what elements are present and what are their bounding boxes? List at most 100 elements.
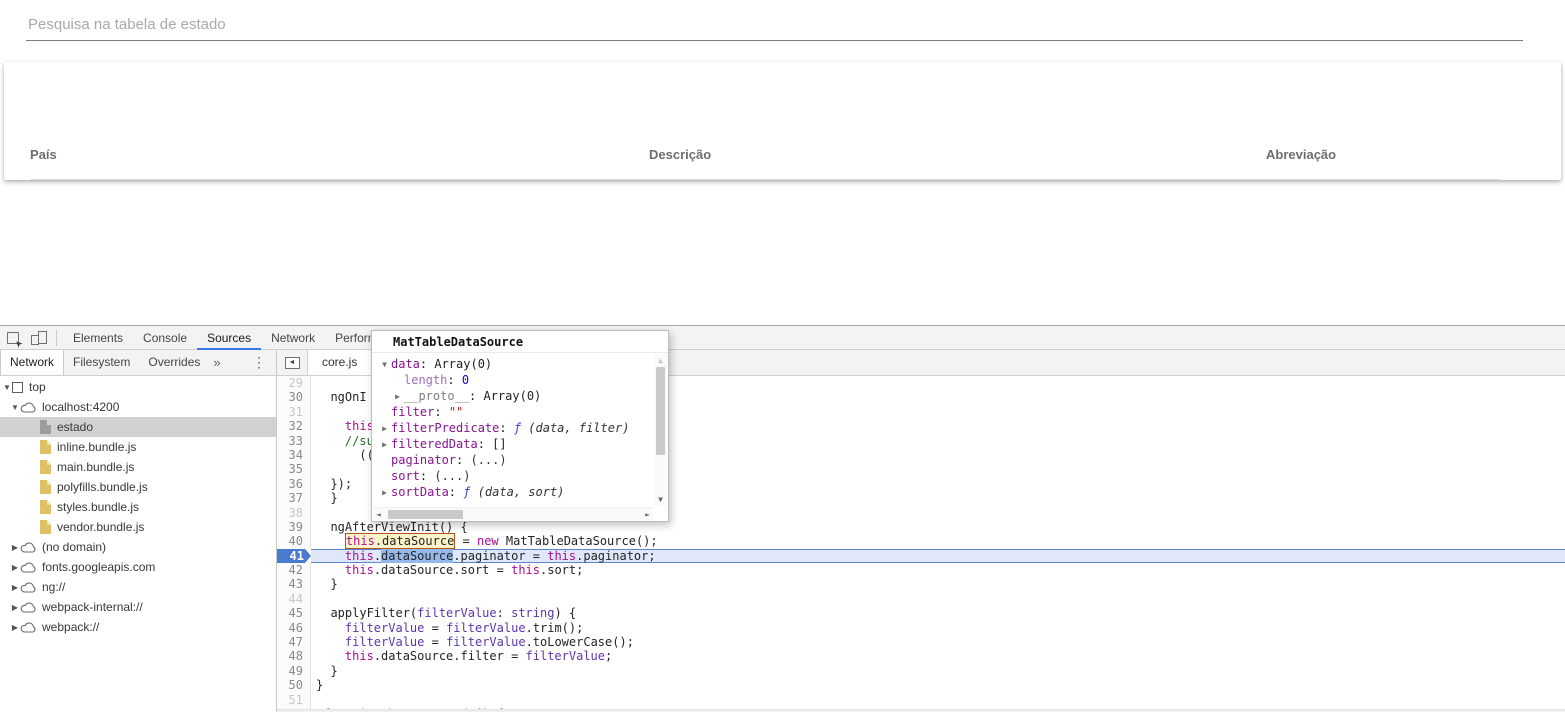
expand-right-icon[interactable]: ▶ bbox=[378, 424, 391, 433]
navigator-menu-icon[interactable]: ⋮ bbox=[252, 350, 266, 375]
line-number-gutter[interactable]: 46 bbox=[277, 621, 311, 635]
horizontal-scroll-thumb[interactable] bbox=[388, 510, 463, 519]
line-number-gutter[interactable]: 49 bbox=[277, 664, 311, 678]
tree-item-webpack-internal-[interactable]: ▶ webpack-internal:// bbox=[0, 597, 276, 617]
line-number-gutter[interactable]: 44 bbox=[277, 592, 311, 606]
chevron-right-icon[interactable]: ▶ bbox=[10, 583, 20, 592]
line-number-gutter[interactable]: 35 bbox=[277, 462, 311, 476]
code-line: 40 this.dataSource = new MatTableDataSou… bbox=[277, 534, 1565, 548]
search-input[interactable] bbox=[26, 8, 1523, 41]
navigator-tab-filesystem[interactable]: Filesystem bbox=[64, 350, 139, 375]
tab-console[interactable]: Console bbox=[133, 326, 197, 350]
popup-property-row: length: 0 bbox=[372, 372, 653, 388]
inspect-cursor-icon bbox=[7, 332, 19, 344]
vertical-scroll-thumb[interactable] bbox=[656, 367, 665, 455]
more-navigator-tabs-icon[interactable]: » bbox=[209, 350, 224, 375]
line-number-gutter[interactable]: 43 bbox=[277, 577, 311, 591]
line-number-gutter[interactable]: 36 bbox=[277, 477, 311, 491]
code-line-content[interactable]: filterValue = filterValue.trim(); bbox=[311, 621, 1565, 635]
toggle-navigator-button[interactable]: ◄ bbox=[277, 350, 307, 375]
line-number-gutter[interactable]: 47 bbox=[277, 635, 311, 649]
expand-right-icon[interactable]: ▶ bbox=[391, 392, 404, 401]
tree-item-ng-[interactable]: ▶ng:// bbox=[0, 577, 276, 597]
chevron-down-icon[interactable]: ▼ bbox=[2, 383, 12, 392]
tree-item-fonts-googleapis-com[interactable]: ▶fonts.googleapis.com bbox=[0, 557, 276, 577]
line-number-gutter[interactable]: 34 bbox=[277, 448, 311, 462]
tab-sources[interactable]: Sources bbox=[197, 326, 261, 350]
navigator-tab-network[interactable]: Network bbox=[0, 350, 64, 375]
code-token bbox=[316, 419, 345, 433]
line-number-gutter[interactable]: 42 bbox=[277, 563, 311, 577]
line-number-gutter[interactable]: 30 bbox=[277, 390, 311, 404]
code-line-content[interactable] bbox=[311, 693, 1565, 707]
tab-elements[interactable]: Elements bbox=[63, 326, 133, 350]
code-line: 41 this.dataSource.paginator = this.pagi… bbox=[277, 549, 1565, 563]
file-icon bbox=[40, 460, 51, 474]
expand-right-icon[interactable]: ▶ bbox=[378, 440, 391, 449]
chevron-right-icon[interactable]: ▶ bbox=[10, 543, 20, 552]
code-line-content[interactable]: filterValue = filterValue.toLowerCase(); bbox=[311, 635, 1565, 649]
code-line-content[interactable]: this.dataSource = new MatTableDataSource… bbox=[311, 534, 1565, 548]
tree-item--no-domain-[interactable]: ▶(no domain) bbox=[0, 537, 276, 557]
code-token: .paginator; bbox=[576, 549, 655, 563]
inspect-element-button[interactable] bbox=[0, 326, 26, 350]
tab-network[interactable]: Network bbox=[261, 326, 325, 350]
expand-down-icon[interactable]: ▼ bbox=[378, 360, 391, 369]
tree-item-localhost-4200[interactable]: ▼localhost:4200 bbox=[0, 397, 276, 417]
popup-token: (...) bbox=[434, 469, 470, 483]
device-toolbar-icon bbox=[31, 331, 47, 345]
navigator-tab-overrides[interactable]: Overrides bbox=[139, 350, 209, 375]
code-line-content[interactable]: ngAfterViewInit() { bbox=[311, 520, 1565, 534]
line-number-gutter[interactable]: 40 bbox=[277, 534, 311, 548]
chevron-down-icon[interactable]: ▼ bbox=[10, 403, 20, 412]
line-number-gutter[interactable]: 39 bbox=[277, 520, 311, 534]
popup-horizontal-scrollbar[interactable]: ◄ ► bbox=[373, 507, 653, 520]
line-number-gutter[interactable]: 31 bbox=[277, 405, 311, 419]
tree-item-vendor-bundle-js[interactable]: vendor.bundle.js bbox=[0, 517, 276, 537]
tree-item-main-bundle-js[interactable]: main.bundle.js bbox=[0, 457, 276, 477]
code-token bbox=[316, 563, 345, 577]
chevron-right-icon[interactable]: ▶ bbox=[10, 603, 20, 612]
expand-right-icon[interactable]: ▶ bbox=[378, 488, 391, 497]
line-number-gutter[interactable]: 37 bbox=[277, 491, 311, 505]
tree-item-estado[interactable]: estado bbox=[0, 417, 276, 437]
chevron-right-icon[interactable]: ▶ bbox=[10, 623, 20, 632]
code-line-content[interactable]: this.dataSource.sort = this.sort; bbox=[311, 563, 1565, 577]
line-number-gutter[interactable]: 48 bbox=[277, 649, 311, 663]
devtools-body: ▼ top ▼localhost:4200estadoinline.bundle.j… bbox=[0, 376, 1565, 712]
navigator-tabs: NetworkFilesystemOverrides bbox=[0, 350, 209, 375]
code-token: this bbox=[511, 563, 540, 577]
code-token: filterValue bbox=[526, 649, 605, 663]
line-number-gutter[interactable]: 38 bbox=[277, 506, 311, 520]
line-number-gutter[interactable]: 50 bbox=[277, 678, 311, 692]
tree-item-inline-bundle-js[interactable]: inline.bundle.js bbox=[0, 437, 276, 457]
code-line-content[interactable]: applyFilter(filterValue: string) { bbox=[311, 606, 1565, 620]
scroll-left-icon[interactable]: ◄ bbox=[376, 510, 381, 519]
line-number-gutter[interactable]: 51 bbox=[277, 693, 311, 707]
device-toolbar-button[interactable] bbox=[26, 326, 52, 350]
code-line-content[interactable]: } bbox=[311, 678, 1565, 692]
tree-item-label: webpack-internal:// bbox=[42, 600, 143, 614]
line-number-gutter[interactable]: 41 bbox=[277, 549, 311, 563]
tree-item-label: top bbox=[29, 380, 46, 394]
chevron-right-icon[interactable]: ▶ bbox=[10, 563, 20, 572]
code-token: //su bbox=[345, 434, 374, 448]
file-tab-corejs[interactable]: core.js bbox=[307, 350, 372, 375]
code-line-content[interactable]: this.dataSource.filter = filterValue; bbox=[311, 649, 1565, 663]
code-line-content[interactable]: } bbox=[311, 664, 1565, 678]
code-line-content[interactable]: } bbox=[311, 577, 1565, 591]
scroll-right-icon[interactable]: ► bbox=[645, 510, 650, 519]
tree-item-webpack-[interactable]: ▶webpack:// bbox=[0, 617, 276, 637]
line-number-gutter[interactable]: 29 bbox=[277, 376, 311, 390]
code-line-content[interactable]: this.dataSource.paginator = this.paginat… bbox=[311, 549, 1565, 563]
tree-item-styles-bundle-js[interactable]: styles.bundle.js bbox=[0, 497, 276, 517]
scroll-up-icon[interactable]: ▲ bbox=[654, 356, 667, 365]
tree-item-top[interactable]: ▼ top bbox=[0, 377, 276, 397]
code-line-content[interactable] bbox=[311, 592, 1565, 606]
scroll-down-icon[interactable]: ▼ bbox=[654, 495, 667, 504]
popup-vertical-scrollbar[interactable]: ▲ ▼ bbox=[654, 354, 667, 506]
line-number-gutter[interactable]: 33 bbox=[277, 434, 311, 448]
tree-item-polyfills-bundle-js[interactable]: polyfills.bundle.js bbox=[0, 477, 276, 497]
line-number-gutter[interactable]: 32 bbox=[277, 419, 311, 433]
line-number-gutter[interactable]: 45 bbox=[277, 606, 311, 620]
